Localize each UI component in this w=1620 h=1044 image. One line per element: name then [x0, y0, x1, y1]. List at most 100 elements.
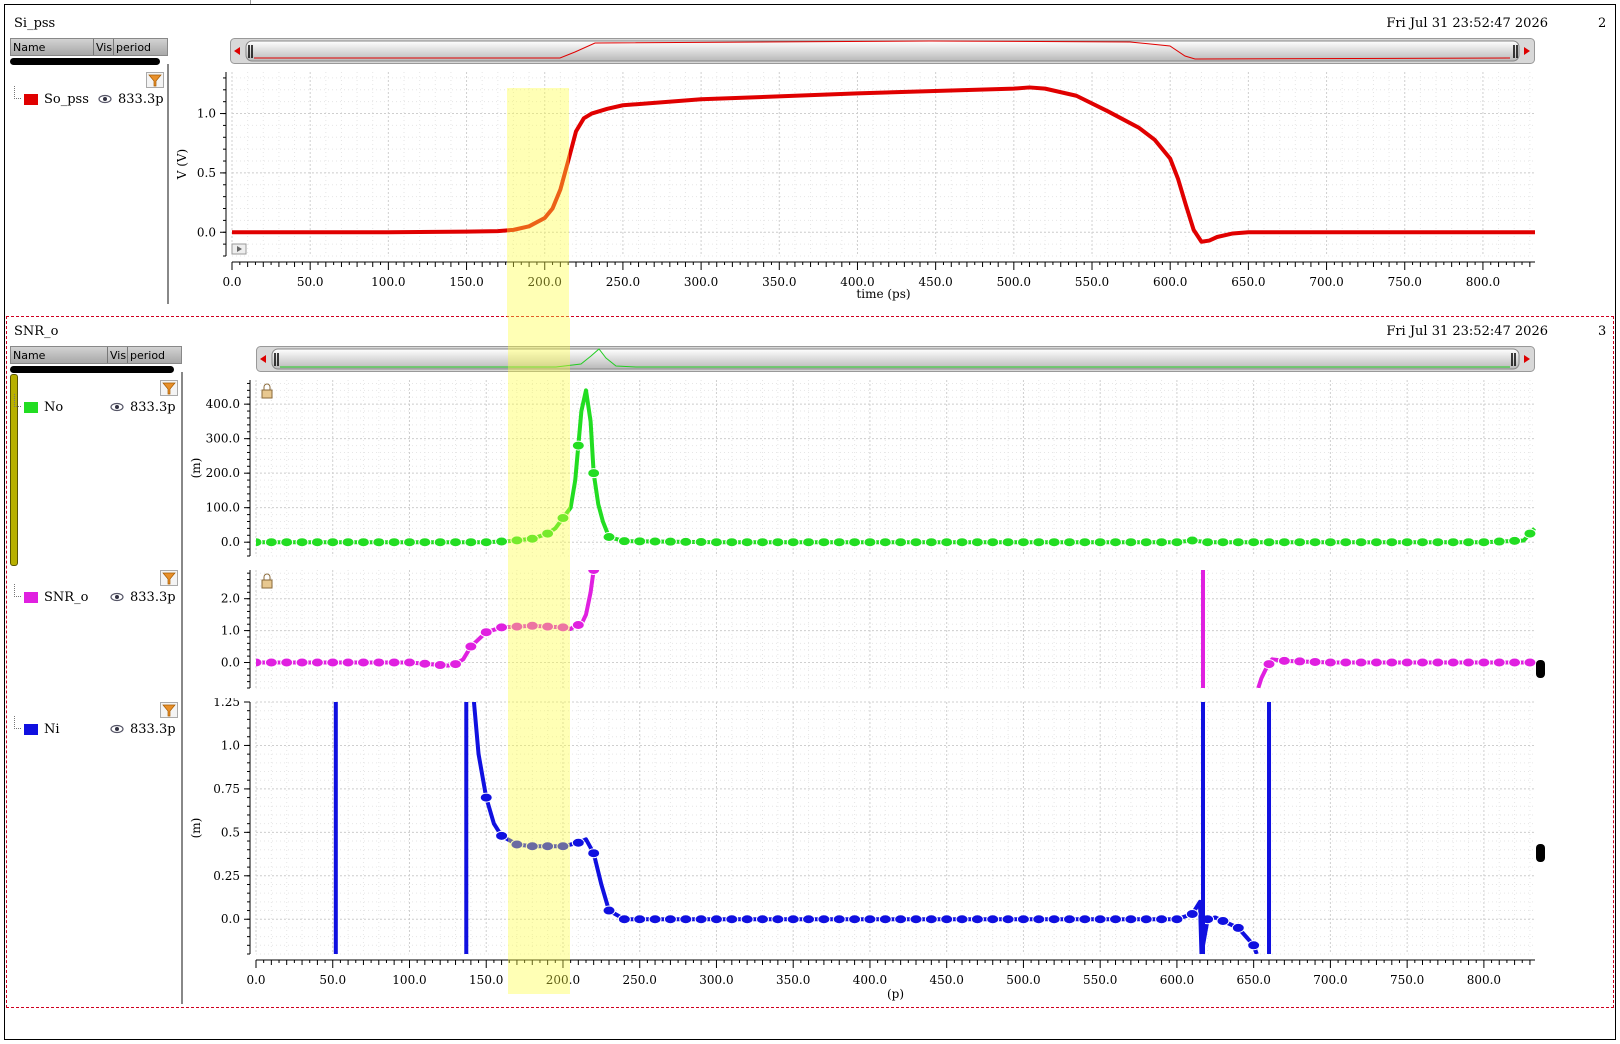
data-point-ni: [1124, 914, 1138, 925]
data-point-snr-o: [1431, 657, 1445, 668]
data-point-ni: [1185, 909, 1199, 920]
strip-handle[interactable]: [1536, 660, 1545, 678]
x-tick-label: 250.0: [606, 275, 640, 289]
x-tick-label: 600.0: [1160, 973, 1194, 987]
data-point-no: [464, 537, 478, 548]
data-point-ni: [709, 914, 723, 925]
legend-header[interactable]: Name Vis period: [10, 38, 168, 56]
data-point-no: [387, 537, 401, 548]
data-point-no: [832, 537, 846, 548]
data-point-ni: [832, 914, 846, 925]
x-tick-label: 50.0: [297, 275, 324, 289]
eye-icon[interactable]: [110, 590, 124, 608]
data-point-no: [817, 537, 831, 548]
data-point-snr-o: [433, 660, 447, 671]
data-point-snr-o: [1354, 657, 1368, 668]
x-tick-label: 650.0: [1231, 275, 1265, 289]
x-tick-label: 500.0: [997, 275, 1031, 289]
panel-title-snr-o: SNR_o: [14, 324, 59, 339]
legend-col-period: period: [116, 41, 152, 54]
data-point-ni: [924, 914, 938, 925]
data-point-ni: [970, 914, 984, 925]
legend-signal-name: Ni: [44, 722, 60, 737]
data-point-snr-o: [1277, 655, 1291, 666]
legend-signal-name: No: [44, 400, 64, 415]
data-point-snr-o: [1492, 657, 1506, 668]
data-point-ni: [587, 848, 601, 859]
filter-icon[interactable]: [160, 570, 178, 586]
data-point-no: [878, 537, 892, 548]
delta-cursor-band[interactable]: [508, 318, 570, 994]
overview-scrollbar[interactable]: [230, 38, 1535, 64]
data-point-snr-o: [310, 657, 324, 668]
y-axis-label: (m): [189, 818, 203, 839]
data-point-no: [1001, 537, 1015, 548]
legend-scrollbar[interactable]: [10, 366, 174, 373]
legend-item-so-pss[interactable]: So_pss 833.3p: [14, 86, 164, 110]
y-tick-label: 0.5: [197, 166, 216, 180]
data-point-ni: [479, 792, 493, 803]
legend-divider[interactable]: [181, 372, 183, 1004]
legend-item-ni[interactable]: Ni 833.3p: [14, 716, 178, 740]
data-point-ni: [756, 914, 770, 925]
x-tick-label: 650.0: [1236, 973, 1270, 987]
data-point-snr-o: [341, 657, 355, 668]
delta-cursor-band[interactable]: [507, 88, 569, 318]
eye-icon[interactable]: [110, 400, 124, 418]
data-point-no: [1523, 528, 1537, 539]
plot-so-pss[interactable]: 1.0 0.5 0.0 V (V) 0.0 50.0 100.0 150.0 200.0 250.…: [170, 66, 1540, 306]
data-point-no: [1462, 537, 1476, 548]
data-point-snr-o: [495, 622, 509, 633]
filter-icon[interactable]: [160, 380, 178, 396]
expand-icon: [231, 243, 247, 255]
legend-item-no[interactable]: No 833.3p: [14, 394, 178, 418]
color-swatch: [24, 94, 38, 105]
x-tick-label: 150.0: [469, 973, 503, 987]
overview-scrollbar[interactable]: [256, 346, 1535, 372]
data-point-no: [709, 537, 723, 548]
filter-icon[interactable]: [160, 702, 178, 718]
data-point-ni: [663, 914, 677, 925]
data-point-no: [1508, 535, 1522, 546]
plot-snr-o[interactable]: 2.0 1.0 0.0: [184, 566, 1564, 692]
data-point-no: [756, 537, 770, 548]
data-point-ni: [848, 914, 862, 925]
lock-icon: [261, 573, 273, 589]
data-point-no: [280, 537, 294, 548]
data-point-no: [694, 537, 708, 548]
plot-ni[interactable]: 1.25 1.0 0.75 0.5 0.25 0.0 (m) 0.0 50.0 100.0 150.…: [184, 695, 1564, 1004]
eye-icon[interactable]: [98, 92, 112, 110]
data-point-no: [1109, 537, 1123, 548]
legend-item-snr-o[interactable]: SNR_o 833.3p: [14, 584, 178, 608]
legend-header[interactable]: Name Vis period: [10, 346, 182, 364]
data-point-snr-o: [387, 657, 401, 668]
data-point-ni: [1155, 914, 1169, 925]
data-point-no: [1016, 537, 1030, 548]
x-tick-label: 150.0: [449, 275, 483, 289]
strip-handle[interactable]: [1536, 844, 1545, 862]
top-divider: [250, 0, 251, 4]
data-point-snr-o: [295, 657, 309, 668]
data-point-no: [1277, 537, 1291, 548]
legend-scrollbar[interactable]: [10, 58, 160, 65]
x-axis-label: (p): [887, 987, 904, 1001]
data-point-ni: [955, 914, 969, 925]
data-point-no: [1185, 535, 1199, 546]
data-point-no: [1369, 537, 1383, 548]
data-point-no: [1446, 537, 1460, 548]
filter-icon[interactable]: [146, 72, 164, 88]
lock-icon: [261, 383, 273, 399]
data-point-no: [1339, 537, 1353, 548]
plot-no[interactable]: 400.0 300.0 200.0 100.0 0.0 (m): [184, 376, 1564, 560]
data-point-snr-o: [356, 657, 370, 668]
panel-date: Fri Jul 31 23:52:47 2026: [1386, 324, 1548, 339]
legend-divider[interactable]: [167, 64, 169, 304]
data-point-no: [617, 536, 631, 547]
x-tick-label: 250.0: [623, 973, 657, 987]
series-line-so-pss: [232, 85, 1535, 244]
eye-icon[interactable]: [110, 722, 124, 740]
data-point-snr-o: [464, 641, 478, 652]
data-point-no: [894, 537, 908, 548]
data-point-no: [663, 536, 677, 547]
data-point-ni: [633, 914, 647, 925]
